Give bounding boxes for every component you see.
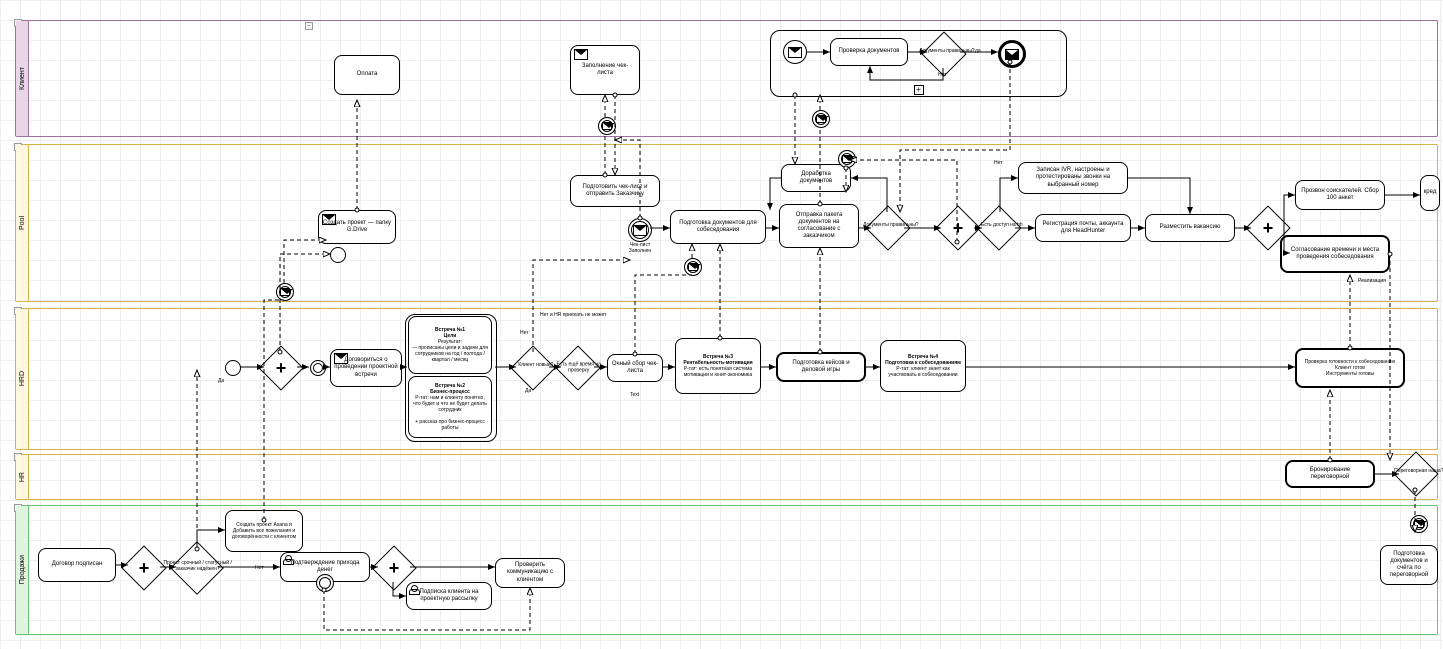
pool-label: HRD xyxy=(19,371,26,386)
bpmn-canvas[interactable]: − Клиент − Pool − HRD − HR − Продажи − О… xyxy=(0,0,1443,649)
envelope-icon xyxy=(842,155,852,163)
event-label: Чек-лист Заполнен xyxy=(620,242,660,254)
message-icon xyxy=(574,49,588,60)
pool-hr: − HR xyxy=(15,454,1438,500)
start-event[interactable] xyxy=(330,247,346,263)
subprocess-client-review[interactable]: + xyxy=(770,30,1067,97)
task-subscribe[interactable]: Подписка клиента на проектную рассылку xyxy=(406,582,492,610)
task-meeting2[interactable]: Встреча №2 Бизнес-процессР-тат: нам и кл… xyxy=(408,376,492,438)
task-check-docs[interactable]: Проверка документов xyxy=(830,38,908,66)
user-icon xyxy=(283,555,293,565)
envelope-icon xyxy=(633,225,647,236)
task-create-project[interactable]: Создать проект — папку G.Drive xyxy=(318,210,396,244)
task-check-comm[interactable]: Проверить коммуникацию с клиентом xyxy=(495,558,565,588)
envelope-icon xyxy=(602,122,612,130)
task-asana[interactable]: Создать проект Asana и Добавить все поже… xyxy=(225,510,303,552)
event-msg-5[interactable] xyxy=(838,150,856,168)
edge-label-no: Нет и HR приехать не может xyxy=(540,312,606,318)
collapse-toggle[interactable]: − xyxy=(305,22,313,30)
task-checklist-collect[interactable]: Очный сбор чек-листа xyxy=(607,354,663,382)
message-icon xyxy=(322,214,336,225)
user-icon xyxy=(409,585,419,595)
edge-label-no: Нет xyxy=(520,330,529,336)
task-send-docs[interactable]: Отправка пакета документов на согласован… xyxy=(779,204,859,248)
task-contract[interactable]: Договор подписан xyxy=(38,548,116,582)
edge-label-no: Нет xyxy=(994,160,1003,166)
event-boundary[interactable] xyxy=(316,574,334,592)
task-meeting4[interactable]: Встреча №4 Подготовка к собеседованиямР-… xyxy=(880,340,966,392)
task-readiness[interactable]: Проверка готовности к собеседованию Клие… xyxy=(1295,348,1405,388)
end-message-event[interactable] xyxy=(998,40,1026,68)
task-cred[interactable]: кред xyxy=(1420,175,1440,211)
label-text: Text xyxy=(630,392,639,398)
task-meeting3[interactable]: Встреча №3 Рентабельность-мотивацияР-тат… xyxy=(675,338,761,394)
task-reg-hh[interactable]: Регистрация почты, аккаунта для HeadHunt… xyxy=(1035,214,1131,242)
envelope-icon xyxy=(280,288,290,296)
expand-icon[interactable]: + xyxy=(914,85,924,95)
event-msg-4[interactable] xyxy=(812,110,830,128)
pool-label: Продажи xyxy=(19,555,26,584)
task-refine-docs[interactable]: Доработка документов xyxy=(781,164,851,192)
task-ivr[interactable]: Записан IVR, настроены и протестированы … xyxy=(1018,162,1128,194)
start-message-event[interactable] xyxy=(783,40,807,64)
event-msg-3[interactable] xyxy=(684,258,702,276)
task-arrange-meeting[interactable]: Договориться о проведении проектной встр… xyxy=(330,349,402,387)
task-client-checklist[interactable]: Заполнение чек-листа xyxy=(570,45,640,95)
task-prepare-docs[interactable]: Подготовка документов для собеседования xyxy=(670,210,766,244)
label-realization: Реализация xyxy=(1358,278,1386,284)
envelope-icon xyxy=(688,263,698,271)
event-message-sales[interactable] xyxy=(1410,515,1428,533)
task-post-vacancy[interactable]: Разместить вакансию xyxy=(1145,214,1235,242)
envelope-icon xyxy=(1414,520,1424,528)
message-icon xyxy=(334,353,348,364)
task-agree-time[interactable]: Согласование времени и места проведения … xyxy=(1280,235,1390,273)
edge-label-yes: Да xyxy=(525,388,531,394)
task-book-room[interactable]: Бронирование переговорной xyxy=(1285,460,1375,488)
event-msg-2[interactable] xyxy=(598,117,616,135)
edge-label-yes: Да xyxy=(218,378,224,384)
pool-label: Pool xyxy=(19,216,26,230)
task-calls[interactable]: Прозвон соискателей. Сбор 100 анкет xyxy=(1295,180,1385,210)
event-checklist-filled[interactable] xyxy=(628,218,652,242)
edge-label-yes: да xyxy=(975,48,981,54)
task-prepare-checklist[interactable]: Подготовить чек-лист и отправить Заказчи… xyxy=(570,175,660,207)
task-prep-docs-bill[interactable]: Подготовка документов и счёта по перегов… xyxy=(1380,545,1438,585)
pool-label: Клиент xyxy=(19,67,26,90)
task-meeting1[interactable]: Встреча №1 ЦелиРезультат: — прописаны це… xyxy=(408,316,492,374)
envelope-icon xyxy=(1005,49,1019,60)
event-msg-1[interactable] xyxy=(276,283,294,301)
envelope-icon xyxy=(816,115,826,123)
event-intermediate[interactable] xyxy=(310,360,326,376)
pool-label: HR xyxy=(19,472,26,482)
envelope-icon xyxy=(788,47,802,58)
start-event-hrd[interactable] xyxy=(225,360,241,376)
task-cases[interactable]: Подготовка кейсов и деловой игры xyxy=(776,352,866,382)
edge-label-no: Нет xyxy=(255,565,264,571)
task-client-pay[interactable]: Оплата xyxy=(334,55,400,95)
pool-client: − Клиент xyxy=(15,20,1438,137)
edge-label-no: Нет xyxy=(938,72,947,78)
